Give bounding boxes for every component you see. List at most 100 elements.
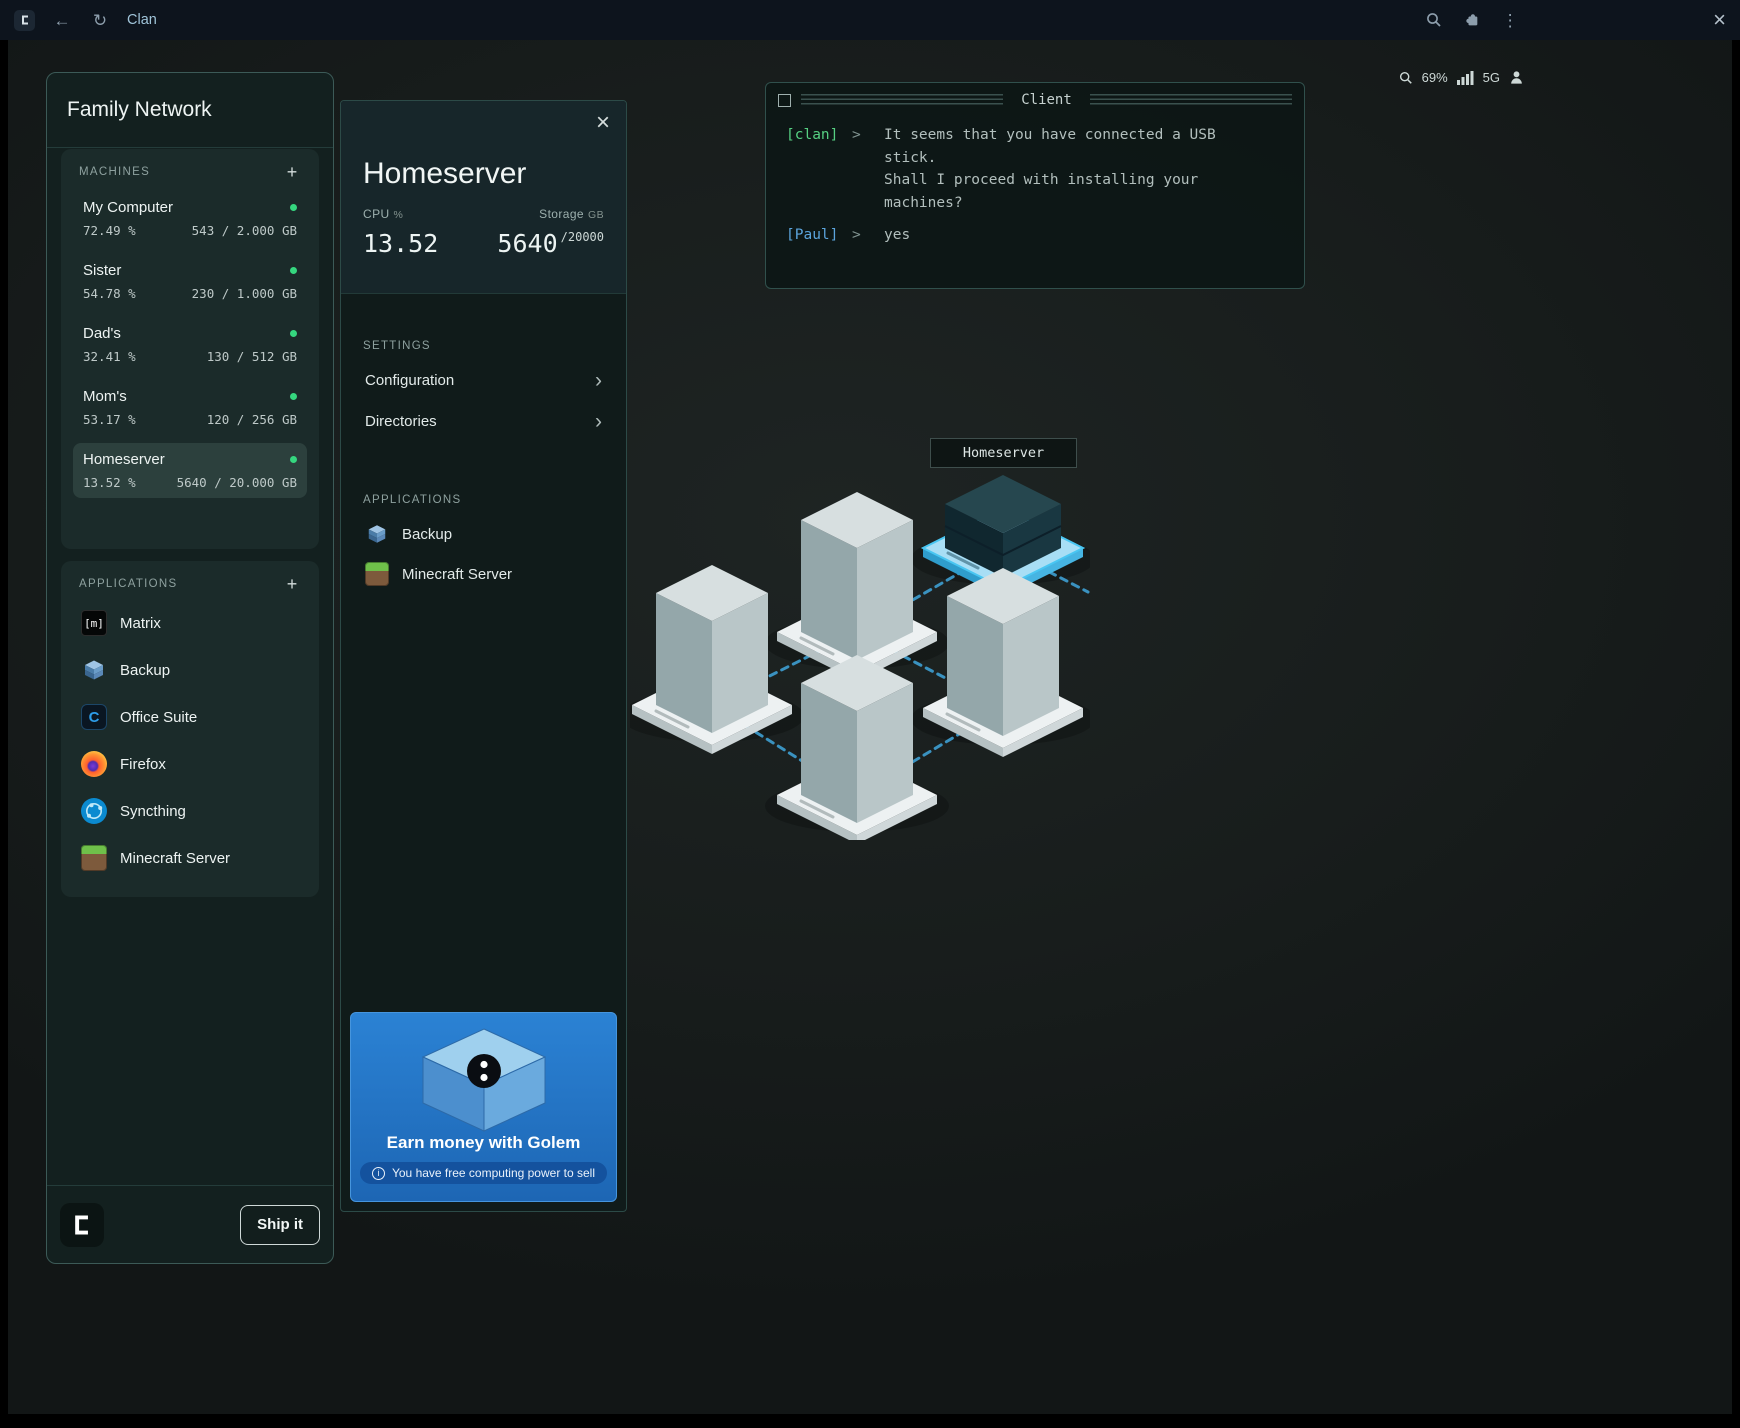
extensions-icon[interactable] [1461, 12, 1483, 28]
titlebar-stripes-left [801, 94, 1003, 106]
status-indicators: 69% 5G [1399, 70, 1524, 85]
ship-it-button[interactable]: Ship it [240, 1205, 320, 1245]
app-label: Minecraft Server [120, 850, 230, 867]
app-row-office-suite[interactable]: C Office Suite [73, 697, 307, 737]
cpu-stat: CPU% 13.52 [363, 207, 438, 258]
refresh-icon[interactable]: ↻ [89, 12, 111, 29]
online-status-dot [290, 330, 297, 337]
detail-app-label: Backup [402, 526, 452, 543]
machine-storage: 120 / 256 GB [207, 412, 297, 427]
terminal-message-paul: [Paul] > yes [786, 224, 1284, 247]
terminal-window-icon[interactable] [778, 94, 791, 107]
cpu-unit: % [394, 209, 404, 221]
detail-app-backup[interactable]: Backup [363, 514, 604, 554]
speaker-paul: [Paul] [786, 224, 852, 247]
machine-row-dads[interactable]: Dad's 32.41 % 130 / 512 GB [73, 317, 307, 372]
app-label: Syncthing [120, 803, 186, 820]
clan-app-icon [14, 10, 35, 31]
machine-cpu: 32.41 % [83, 349, 136, 364]
machine-cpu: 13.52 % [83, 475, 136, 490]
speaker-clan: [clan] [786, 124, 852, 214]
golem-badge-text: You have free computing power to sell [392, 1166, 595, 1180]
info-icon: i [372, 1167, 385, 1180]
directories-label: Directories [365, 413, 437, 430]
network-title: Family Network [47, 73, 333, 148]
machine-name: Sister [83, 262, 121, 279]
browser-titlebar: ← ↻ Clan ⋮ × [0, 0, 1740, 40]
app-background: 69% 5G Family Network MACHINES + My Comp… [8, 40, 1732, 1414]
machine-row-sister[interactable]: Sister 54.78 % 230 / 1.000 GB [73, 254, 307, 309]
diagram-node-machine[interactable] [632, 565, 792, 754]
directories-row[interactable]: Directories › [363, 401, 604, 442]
matrix-icon: [m] [81, 610, 107, 636]
add-machine-button[interactable]: + [283, 163, 301, 181]
message-line: Shall I proceed with installing your [884, 169, 1216, 192]
app-row-backup[interactable]: Backup [73, 650, 307, 690]
machine-name: My Computer [83, 199, 173, 216]
app-label: Firefox [120, 756, 166, 773]
message-lines: yes [884, 224, 910, 247]
configuration-row[interactable]: Configuration › [363, 360, 604, 401]
app-label: Office Suite [120, 709, 197, 726]
office-suite-icon: C [81, 704, 107, 730]
detail-app-minecraft[interactable]: Minecraft Server [363, 554, 604, 594]
online-status-dot [290, 204, 297, 211]
online-status-dot [290, 456, 297, 463]
machines-heading: MACHINES [79, 166, 150, 178]
app-row-firefox[interactable]: Firefox [73, 744, 307, 784]
machine-cpu: 72.49 % [83, 223, 136, 238]
signal-bars-icon [1457, 70, 1474, 85]
storage-total: /20000 [561, 230, 604, 244]
user-icon [1509, 70, 1524, 85]
terminal-message-clan: [clan] > It seems that you have connecte… [786, 124, 1284, 214]
message-line: yes [884, 224, 910, 247]
app-row-matrix[interactable]: [m] Matrix [73, 603, 307, 643]
diagram-tooltip: Homeserver [930, 438, 1077, 468]
homeserver-detail-panel: × Homeserver CPU% 13.52 StorageGB 5640 /… [340, 100, 627, 1212]
minecraft-icon [81, 845, 107, 871]
message-line: stick. [884, 147, 1216, 170]
syncthing-icon [81, 798, 107, 824]
window-close-icon[interactable]: × [1713, 9, 1726, 31]
machine-name: Mom's [83, 388, 127, 405]
machine-row-my-computer[interactable]: My Computer 72.49 % 543 / 2.000 GB [73, 191, 307, 246]
clan-logo [60, 1203, 104, 1247]
sidebar-footer: Ship it [47, 1185, 333, 1263]
storage-unit: GB [588, 209, 604, 221]
terminal-titlebar[interactable]: Client [766, 83, 1304, 112]
applications-card: APPLICATIONS + [m] Matrix Backup [61, 561, 319, 897]
chevron-right-icon: › [595, 411, 602, 432]
zoom-level-icon [1399, 71, 1413, 85]
diagram-node-machine[interactable] [777, 492, 937, 681]
settings-heading: SETTINGS [363, 340, 604, 352]
app-row-syncthing[interactable]: Syncthing [73, 791, 307, 831]
family-network-panel: Family Network MACHINES + My Computer 72… [46, 72, 334, 1264]
terminal-body[interactable]: [clan] > It seems that you have connecte… [766, 112, 1304, 269]
close-panel-icon[interactable]: × [596, 111, 610, 135]
storage-stat: StorageGB 5640 /20000 [497, 207, 604, 258]
machines-card: MACHINES + My Computer 72.49 % 543 / 2.0… [61, 149, 319, 549]
detail-app-label: Minecraft Server [402, 566, 512, 583]
golem-vault-illustration [399, 1021, 569, 1133]
menu-kebab-icon[interactable]: ⋮ [1499, 12, 1521, 29]
app-label: Matrix [120, 615, 161, 632]
page-title: Clan [127, 12, 157, 28]
machine-name: Homeserver [83, 451, 165, 468]
machine-name: Dad's [83, 325, 121, 342]
detail-header: × Homeserver CPU% 13.52 StorageGB 5640 /… [341, 101, 626, 294]
titlebar-stripes-right [1090, 94, 1292, 106]
app-row-minecraft-server[interactable]: Minecraft Server [73, 838, 307, 878]
diagram-node-machine[interactable] [777, 655, 937, 840]
applications-heading: APPLICATIONS [79, 578, 177, 590]
zoom-icon[interactable] [1423, 12, 1445, 28]
minecraft-icon [365, 562, 389, 586]
machine-row-moms[interactable]: Mom's 53.17 % 120 / 256 GB [73, 380, 307, 435]
cpu-label: CPU [363, 207, 390, 221]
diagram-node-machine[interactable] [923, 568, 1083, 757]
backup-icon [81, 657, 107, 683]
golem-ad-card[interactable]: Earn money with Golem i You have free co… [350, 1012, 617, 1202]
back-icon[interactable]: ← [51, 12, 73, 29]
golem-ad-badge: i You have free computing power to sell [360, 1162, 607, 1184]
add-application-button[interactable]: + [283, 575, 301, 593]
machine-row-homeserver[interactable]: Homeserver 13.52 % 5640 / 20.000 GB [73, 443, 307, 498]
